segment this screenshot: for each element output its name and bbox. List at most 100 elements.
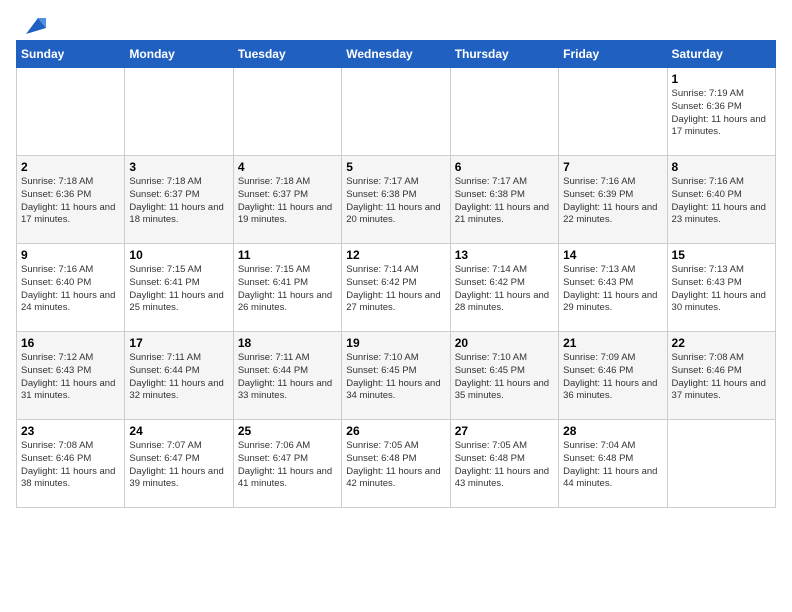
day-number: 16 [21, 336, 120, 350]
day-cell: 22 Sunrise: 7:08 AM Sunset: 6:46 PM Dayli… [667, 332, 775, 420]
day-number: 13 [455, 248, 554, 262]
day-info: Sunrise: 7:14 AM Sunset: 6:42 PM Dayligh… [346, 264, 445, 315]
weekday-header-wednesday: Wednesday [342, 41, 450, 68]
day-number: 3 [129, 160, 228, 174]
week-row-3: 9 Sunrise: 7:16 AM Sunset: 6:40 PM Daylig… [17, 244, 776, 332]
day-cell: 9 Sunrise: 7:16 AM Sunset: 6:40 PM Daylig… [17, 244, 125, 332]
weekday-header-tuesday: Tuesday [233, 41, 341, 68]
day-cell: 13 Sunrise: 7:14 AM Sunset: 6:42 PM Dayli… [450, 244, 558, 332]
day-number: 27 [455, 424, 554, 438]
day-cell: 4 Sunrise: 7:18 AM Sunset: 6:37 PM Daylig… [233, 156, 341, 244]
day-cell [125, 68, 233, 156]
day-info: Sunrise: 7:16 AM Sunset: 6:40 PM Dayligh… [672, 176, 771, 227]
day-info: Sunrise: 7:19 AM Sunset: 6:36 PM Dayligh… [672, 88, 771, 139]
day-number: 21 [563, 336, 662, 350]
weekday-header-row: SundayMondayTuesdayWednesdayThursdayFrid… [17, 41, 776, 68]
day-number: 24 [129, 424, 228, 438]
day-cell: 20Sunrise: 7:10 AM Sunset: 6:45 PM Dayli… [450, 332, 558, 420]
day-info: Sunrise: 7:14 AM Sunset: 6:42 PM Dayligh… [455, 264, 554, 315]
day-info: Sunrise: 7:05 AM Sunset: 6:48 PM Dayligh… [346, 440, 445, 491]
day-number: 28 [563, 424, 662, 438]
day-number: 23 [21, 424, 120, 438]
day-info: Sunrise: 7:17 AM Sunset: 6:38 PM Dayligh… [346, 176, 445, 227]
day-info: Sunrise: 7:10 AM Sunset: 6:45 PM Dayligh… [455, 352, 554, 403]
day-info: Sunrise: 7:15 AM Sunset: 6:41 PM Dayligh… [238, 264, 337, 315]
day-number: 7 [563, 160, 662, 174]
day-number: 26 [346, 424, 445, 438]
day-info: Sunrise: 7:18 AM Sunset: 6:36 PM Dayligh… [21, 176, 120, 227]
day-cell: 6 Sunrise: 7:17 AM Sunset: 6:38 PM Daylig… [450, 156, 558, 244]
day-cell: 15 Sunrise: 7:13 AM Sunset: 6:43 PM Dayli… [667, 244, 775, 332]
day-info: Sunrise: 7:12 AM Sunset: 6:43 PM Dayligh… [21, 352, 120, 403]
day-cell [450, 68, 558, 156]
week-row-5: 23 Sunrise: 7:08 AM Sunset: 6:46 PM Dayli… [17, 420, 776, 508]
calendar-table: SundayMondayTuesdayWednesdayThursdayFrid… [16, 40, 776, 508]
day-cell: 27Sunrise: 7:05 AM Sunset: 6:48 PM Dayli… [450, 420, 558, 508]
day-cell: 7 Sunrise: 7:16 AM Sunset: 6:39 PM Daylig… [559, 156, 667, 244]
day-cell: 14 Sunrise: 7:13 AM Sunset: 6:43 PM Dayli… [559, 244, 667, 332]
day-cell [17, 68, 125, 156]
day-number: 12 [346, 248, 445, 262]
day-cell: 11 Sunrise: 7:15 AM Sunset: 6:41 PM Dayli… [233, 244, 341, 332]
day-cell: 23 Sunrise: 7:08 AM Sunset: 6:46 PM Dayli… [17, 420, 125, 508]
day-cell: 5Sunrise: 7:17 AM Sunset: 6:38 PM Daylig… [342, 156, 450, 244]
day-info: Sunrise: 7:08 AM Sunset: 6:46 PM Dayligh… [21, 440, 120, 491]
weekday-header-friday: Friday [559, 41, 667, 68]
day-cell: 18Sunrise: 7:11 AM Sunset: 6:44 PM Dayli… [233, 332, 341, 420]
day-info: Sunrise: 7:17 AM Sunset: 6:38 PM Dayligh… [455, 176, 554, 227]
logo [16, 16, 46, 30]
day-cell: 3 Sunrise: 7:18 AM Sunset: 6:37 PM Daylig… [125, 156, 233, 244]
day-info: Sunrise: 7:16 AM Sunset: 6:40 PM Dayligh… [21, 264, 120, 315]
day-info: Sunrise: 7:09 AM Sunset: 6:46 PM Dayligh… [563, 352, 662, 403]
day-number: 10 [129, 248, 228, 262]
weekday-header-sunday: Sunday [17, 41, 125, 68]
week-row-2: 2 Sunrise: 7:18 AM Sunset: 6:36 PM Daylig… [17, 156, 776, 244]
day-cell: 16 Sunrise: 7:12 AM Sunset: 6:43 PM Dayli… [17, 332, 125, 420]
day-cell [667, 420, 775, 508]
day-cell: 19Sunrise: 7:10 AM Sunset: 6:45 PM Dayli… [342, 332, 450, 420]
day-info: Sunrise: 7:13 AM Sunset: 6:43 PM Dayligh… [563, 264, 662, 315]
day-number: 17 [129, 336, 228, 350]
day-info: Sunrise: 7:18 AM Sunset: 6:37 PM Dayligh… [238, 176, 337, 227]
day-cell [559, 68, 667, 156]
day-info: Sunrise: 7:04 AM Sunset: 6:48 PM Dayligh… [563, 440, 662, 491]
day-cell: 25 Sunrise: 7:06 AM Sunset: 6:47 PM Dayli… [233, 420, 341, 508]
day-info: Sunrise: 7:11 AM Sunset: 6:44 PM Dayligh… [129, 352, 228, 403]
day-number: 6 [455, 160, 554, 174]
week-row-1: 1 Sunrise: 7:19 AM Sunset: 6:36 PM Daylig… [17, 68, 776, 156]
weekday-header-thursday: Thursday [450, 41, 558, 68]
day-cell [342, 68, 450, 156]
day-cell [233, 68, 341, 156]
day-cell: 2 Sunrise: 7:18 AM Sunset: 6:36 PM Daylig… [17, 156, 125, 244]
week-row-4: 16 Sunrise: 7:12 AM Sunset: 6:43 PM Dayli… [17, 332, 776, 420]
page-header [16, 16, 776, 30]
day-number: 14 [563, 248, 662, 262]
day-number: 11 [238, 248, 337, 262]
day-info: Sunrise: 7:10 AM Sunset: 6:45 PM Dayligh… [346, 352, 445, 403]
day-cell: 28 Sunrise: 7:04 AM Sunset: 6:48 PM Dayli… [559, 420, 667, 508]
day-cell: 24Sunrise: 7:07 AM Sunset: 6:47 PM Dayli… [125, 420, 233, 508]
day-number: 22 [672, 336, 771, 350]
day-info: Sunrise: 7:18 AM Sunset: 6:37 PM Dayligh… [129, 176, 228, 227]
day-info: Sunrise: 7:06 AM Sunset: 6:47 PM Dayligh… [238, 440, 337, 491]
day-cell: 21 Sunrise: 7:09 AM Sunset: 6:46 PM Dayli… [559, 332, 667, 420]
day-info: Sunrise: 7:13 AM Sunset: 6:43 PM Dayligh… [672, 264, 771, 315]
day-number: 4 [238, 160, 337, 174]
day-cell: 26 Sunrise: 7:05 AM Sunset: 6:48 PM Dayli… [342, 420, 450, 508]
day-cell: 12 Sunrise: 7:14 AM Sunset: 6:42 PM Dayli… [342, 244, 450, 332]
day-cell: 8 Sunrise: 7:16 AM Sunset: 6:40 PM Daylig… [667, 156, 775, 244]
logo-icon [16, 16, 46, 36]
day-info: Sunrise: 7:16 AM Sunset: 6:39 PM Dayligh… [563, 176, 662, 227]
weekday-header-monday: Monday [125, 41, 233, 68]
day-cell: 17 Sunrise: 7:11 AM Sunset: 6:44 PM Dayli… [125, 332, 233, 420]
day-info: Sunrise: 7:11 AM Sunset: 6:44 PM Dayligh… [238, 352, 337, 403]
day-number: 8 [672, 160, 771, 174]
day-number: 25 [238, 424, 337, 438]
day-number: 15 [672, 248, 771, 262]
day-number: 1 [672, 72, 771, 86]
day-cell: 10 Sunrise: 7:15 AM Sunset: 6:41 PM Dayli… [125, 244, 233, 332]
day-number: 9 [21, 248, 120, 262]
day-info: Sunrise: 7:08 AM Sunset: 6:46 PM Dayligh… [672, 352, 771, 403]
day-info: Sunrise: 7:15 AM Sunset: 6:41 PM Dayligh… [129, 264, 228, 315]
day-number: 2 [21, 160, 120, 174]
